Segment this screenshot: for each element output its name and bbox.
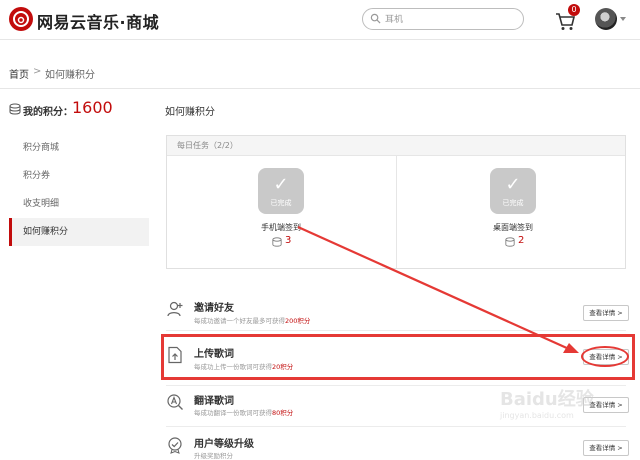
sidebar-item-points-coupon[interactable]: 积分券 <box>9 162 149 190</box>
chevron-down-icon[interactable] <box>620 17 626 21</box>
page-title: 如何赚积分 <box>165 107 215 118</box>
coin-stack-icon <box>505 237 515 247</box>
daily-task-title: 每日任务（2/2） <box>177 141 238 150</box>
check-icon: ✓ <box>505 174 521 195</box>
annotation-ellipse <box>581 346 629 367</box>
view-details-button[interactable]: 查看详情 > <box>583 305 629 321</box>
points-label: 我的积分： <box>23 107 73 118</box>
divider <box>166 330 626 331</box>
task-status: 已完成 <box>270 199 292 207</box>
task-reward: 3 <box>285 235 292 246</box>
sidebar-item-earn-points[interactable]: 如何赚积分 <box>9 218 149 246</box>
row-title: 翻译歌词 <box>194 396 234 407</box>
breadcrumb-separator: > <box>33 66 42 77</box>
sidebar-item-points-mall[interactable]: 积分商城 <box>9 134 149 162</box>
divider <box>396 156 397 268</box>
coin-stack-icon <box>9 103 21 115</box>
task-status: 已完成 <box>502 199 524 207</box>
add-user-icon <box>167 301 183 317</box>
task-name: 桌面端签到 <box>493 223 533 232</box>
search-icon[interactable] <box>370 13 381 24</box>
task-reward: 2 <box>518 235 525 246</box>
row-title: 用户等级升级 <box>194 439 254 450</box>
avatar[interactable] <box>595 8 617 30</box>
level-badge-icon <box>168 437 182 454</box>
divider <box>0 88 640 89</box>
annotation-highlight-box <box>161 334 635 380</box>
search-input[interactable]: 耳机 <box>385 12 403 25</box>
watermark-url: jingyan.baidu.com <box>500 411 574 420</box>
logo-text[interactable]: 网易云音乐·商城 <box>37 9 159 33</box>
logo-icon[interactable] <box>9 7 33 31</box>
task-name: 手机端签到 <box>261 223 301 232</box>
coin-stack-icon <box>272 237 282 247</box>
cart-count-badge: 0 <box>568 4 580 16</box>
sidebar-item-transactions[interactable]: 收支明细 <box>9 190 149 218</box>
check-icon: ✓ <box>273 174 289 195</box>
row-title: 邀请好友 <box>194 303 234 314</box>
row-description: 每成功邀请一个好友最多可获得200积分 <box>194 317 311 325</box>
row-description: 升级奖励积分 <box>194 452 233 460</box>
watermark: Baidu经验 jingyan.baidu.com <box>500 385 630 445</box>
breadcrumb-home[interactable]: 首页 <box>9 66 29 81</box>
translate-icon <box>167 394 183 410</box>
row-description: 每成功翻译一份歌词可获得80积分 <box>194 409 294 417</box>
watermark-text: Baidu经验 <box>500 389 594 410</box>
breadcrumb-current: 如何赚积分 <box>45 70 95 81</box>
points-value: 1600 <box>72 98 113 117</box>
